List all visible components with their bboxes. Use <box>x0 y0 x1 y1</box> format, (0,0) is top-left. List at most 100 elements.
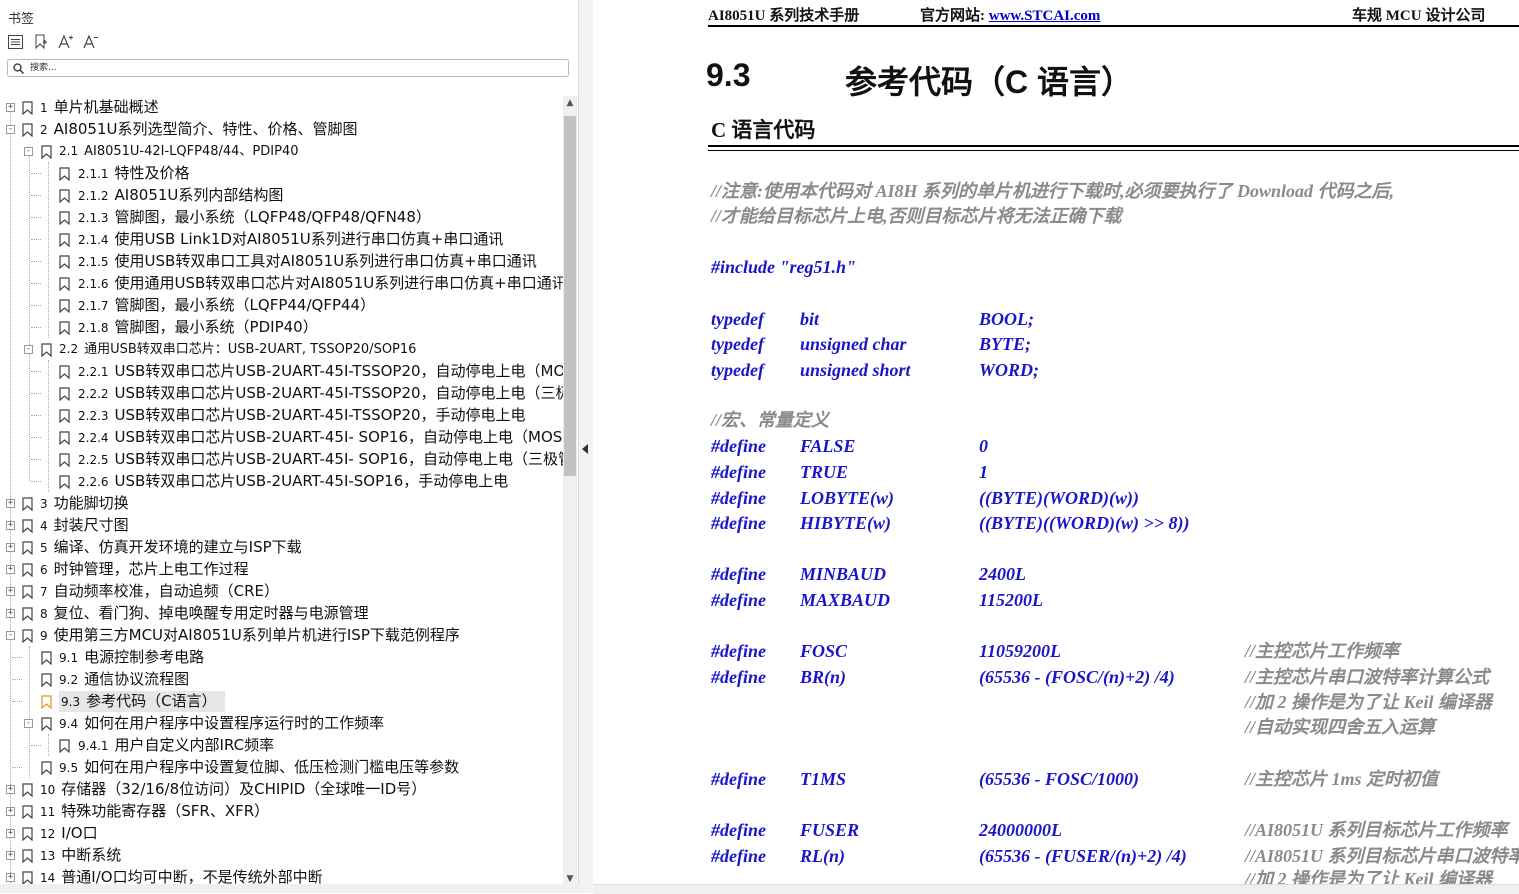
add-bookmark-icon[interactable] <box>31 32 50 51</box>
bookmark-label: 2.2.6 USB转双串口芯片USB-2UART-45I-SOP16，手动停电上电 <box>78 471 508 492</box>
bookmark-item[interactable]: +14 普通I/O口均可中断，不是传统外部中断 <box>0 866 563 886</box>
bookmark-item[interactable]: 2.1.6 使用通用USB转双串口芯片对AI8051U系列进行串口仿真+串口通讯 <box>0 272 563 294</box>
bookmark-text: 特性及价格 <box>114 164 190 182</box>
collapse-icon[interactable]: - <box>6 125 15 134</box>
bookmark-text: 特殊功能寄存器（SFR、XFR） <box>61 802 270 820</box>
expand-icon[interactable]: + <box>6 829 15 838</box>
code-comment: //自动实现四舍五入运算 <box>1245 717 1436 737</box>
bookmark-search-box[interactable] <box>7 59 569 77</box>
bookmark-item[interactable]: +4 封装尺寸图 <box>0 514 563 536</box>
expand-icon[interactable]: + <box>6 851 15 860</box>
bookmark-item[interactable]: - 9.4 如何在用户程序中设置程序运行时的工作频率 <box>0 712 563 734</box>
bookmark-item[interactable]: 2.1.5 使用USB转双串口工具对AI8051U系列进行串口仿真+串口通讯 <box>0 250 563 272</box>
font-increase-icon[interactable] <box>56 32 75 51</box>
bookmark-icon <box>59 254 70 273</box>
collapse-icon[interactable]: - <box>24 147 33 156</box>
bookmark-item[interactable]: 9.5 如何在用户程序中设置复位脚、低压检测门槛电压等参数 <box>0 756 563 778</box>
bookmark-item[interactable]: - 2 AI8051U系列选型简介、特性、价格、管脚图 <box>0 118 563 140</box>
bookmark-item[interactable]: 2.1.2 AI8051U系列内部结构图 <box>0 184 563 206</box>
expand-icon[interactable]: + <box>6 543 15 552</box>
bookmark-item[interactable]: 2.1.8 管脚图，最小系统（PDIP40） <box>0 316 563 338</box>
pane-splitter[interactable] <box>579 0 593 893</box>
bookmark-item[interactable]: 2.2.6 USB转双串口芯片USB-2UART-45I-SOP16，手动停电上电 <box>0 470 563 492</box>
bookmark-number: 2 <box>40 123 48 137</box>
bookmark-horizontal-scrollbar[interactable] <box>0 884 579 893</box>
code-value: (65536 - (FOSC/(n)+2) /4) <box>979 667 1175 687</box>
bookmark-number: 5 <box>40 541 48 555</box>
bookmark-item[interactable]: 9.4.1 用户自定义内部IRC频率 <box>0 734 563 756</box>
bookmark-item[interactable]: 2.1.3 管脚图，最小系统（LQFP48/QFP48/QFN48） <box>0 206 563 228</box>
scrollbar-thumb[interactable] <box>564 116 576 476</box>
bookmark-item[interactable]: +3 功能脚切换 <box>0 492 563 514</box>
bookmark-item[interactable]: +10 存储器（32/16/8位访问）及CHIPID（全球唯一ID号） <box>0 778 563 800</box>
expand-icon[interactable]: + <box>6 499 15 508</box>
bookmark-scrollbar[interactable]: ▲ ▼ <box>563 96 577 886</box>
bookmark-item[interactable]: 9.2 通信协议流程图 <box>0 668 563 690</box>
expand-icon[interactable]: + <box>6 103 15 112</box>
bookmark-item[interactable]: 2.2.5 USB转双串口芯片USB-2UART-45I- SOP16，自动停电上… <box>0 448 563 470</box>
expand-icon[interactable]: + <box>6 873 15 882</box>
code-keyword: #define <box>711 462 766 482</box>
expand-icon[interactable]: + <box>6 521 15 530</box>
expand-icon[interactable]: + <box>6 609 15 618</box>
bookmark-item[interactable]: - 9 使用第三方MCU对AI8051U系列单片机进行ISP下载范例程序 <box>0 624 563 646</box>
bookmark-label: 2.2.5 USB转双串口芯片USB-2UART-45I- SOP16，自动停电上… <box>78 449 563 470</box>
search-input[interactable] <box>24 61 550 75</box>
collapse-icon[interactable]: - <box>6 631 15 640</box>
code-value: BYTE; <box>979 334 1031 354</box>
bookmark-icon <box>22 496 33 515</box>
tree-connector <box>31 173 41 174</box>
code-line: //宏、常量定义 <box>711 410 830 430</box>
code-keyword: #define <box>711 564 766 584</box>
expand-icon[interactable]: + <box>6 807 15 816</box>
bookmark-icon <box>22 628 33 647</box>
bookmark-icon <box>22 804 33 823</box>
website-link[interactable]: www.STCAI.com <box>989 8 1101 24</box>
scroll-up-icon[interactable]: ▲ <box>563 96 577 110</box>
expand-all-icon[interactable] <box>6 32 25 51</box>
bookmark-item[interactable]: +6 时钟管理，芯片上电工作过程 <box>0 558 563 580</box>
code-value: 11059200L <box>979 641 1062 661</box>
code-value: 2400L <box>979 564 1026 584</box>
bookmark-label: 2 AI8051U系列选型简介、特性、价格、管脚图 <box>40 119 357 140</box>
font-decrease-icon[interactable] <box>81 32 100 51</box>
bookmark-item[interactable]: 2.2.3 USB转双串口芯片USB-2UART-45I-TSSOP20，手动停电… <box>0 404 563 426</box>
bookmark-icon <box>59 320 70 339</box>
bookmark-text: 使用USB转双串口工具对AI8051U系列进行串口仿真+串口通讯 <box>114 252 537 270</box>
bookmark-item[interactable]: +12 I/O口 <box>0 822 563 844</box>
collapse-icon[interactable]: - <box>24 345 33 354</box>
bookmark-item[interactable]: +13 中断系统 <box>0 844 563 866</box>
bookmark-item[interactable]: 9.3 参考代码（C语言） <box>0 690 563 712</box>
bookmark-icon <box>22 584 33 603</box>
bookmark-item[interactable]: +5 编译、仿真开发环境的建立与ISP下载 <box>0 536 563 558</box>
subsection-rule-thin <box>708 150 1519 151</box>
bookmark-label: 11 特殊功能寄存器（SFR、XFR） <box>40 801 269 822</box>
bookmark-item[interactable]: 2.2.4 USB转双串口芯片USB-2UART-45I- SOP16，自动停电上… <box>0 426 563 448</box>
bookmark-item[interactable]: 2.1.7 管脚图，最小系统（LQFP44/QFP44） <box>0 294 563 316</box>
bookmark-item[interactable]: +1 单片机基础概述 <box>0 96 563 118</box>
bookmark-item[interactable]: - 2.1 AI8051U-42I-LQFP48/44、PDIP40 <box>0 140 563 162</box>
expand-icon[interactable]: + <box>6 565 15 574</box>
bookmark-label: 2.2.3 USB转双串口芯片USB-2UART-45I-TSSOP20，手动停电… <box>78 405 526 426</box>
code-line: //才能给目标芯片上电,否则目标芯片将无法正确下载 <box>711 206 1122 226</box>
bookmark-item[interactable]: 2.1.4 使用USB Link1D对AI8051U系列进行串口仿真+串口通讯 <box>0 228 563 250</box>
collapse-pane-icon[interactable] <box>582 444 588 454</box>
code-keyword: #define <box>711 590 766 610</box>
expand-icon[interactable]: + <box>6 587 15 596</box>
bookmark-item[interactable]: 2.2.1 USB转双串口芯片USB-2UART-45I-TSSOP20，自动停电… <box>0 360 563 382</box>
document-page: AI8051U 系列技术手册 官方网站: www.STCAI.com 车规 MC… <box>593 0 1519 893</box>
bookmark-number: 9.2 <box>59 673 79 687</box>
bookmark-label: 6 时钟管理，芯片上电工作过程 <box>40 559 249 580</box>
bookmark-number: 2.2.3 <box>78 409 109 423</box>
code-keyword: #define <box>711 846 766 866</box>
bookmark-item[interactable]: 9.1 电源控制参考电路 <box>0 646 563 668</box>
tree-connector <box>12 679 22 680</box>
collapse-icon[interactable]: - <box>24 719 33 728</box>
bookmark-item[interactable]: 2.2.2 USB转双串口芯片USB-2UART-45I-TSSOP20，自动停电… <box>0 382 563 404</box>
bookmark-item[interactable]: 2.1.1 特性及价格 <box>0 162 563 184</box>
bookmark-item[interactable]: +11 特殊功能寄存器（SFR、XFR） <box>0 800 563 822</box>
bookmark-item[interactable]: +7 自动频率校准，自动追频（CRE） <box>0 580 563 602</box>
bookmark-item[interactable]: - 2.2 通用USB转双串口芯片：USB-2UART, TSSOP20/SOP16 <box>0 338 563 360</box>
expand-icon[interactable]: + <box>6 785 15 794</box>
bookmark-item[interactable]: +8 复位、看门狗、掉电唤醒专用定时器与电源管理 <box>0 602 563 624</box>
